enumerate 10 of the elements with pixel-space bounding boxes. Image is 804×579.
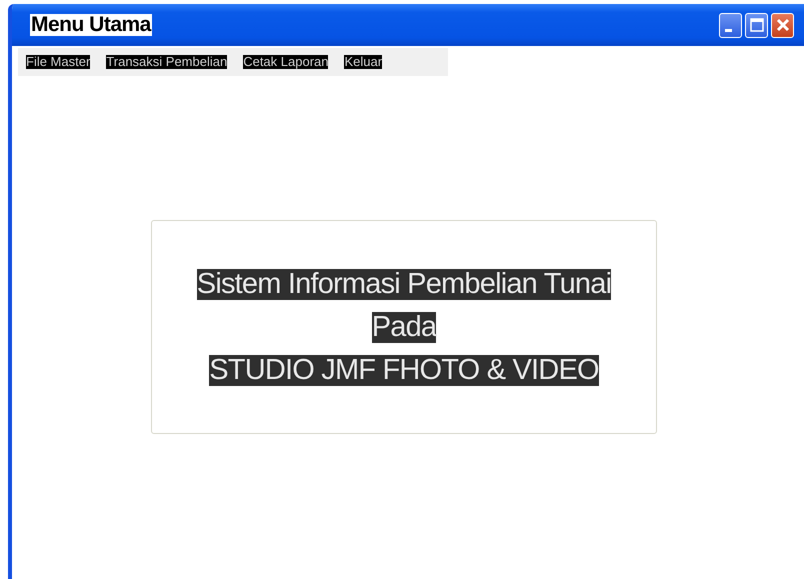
menu-item[interactable]: Keluar bbox=[336, 48, 390, 76]
minimize-button[interactable] bbox=[719, 12, 742, 38]
close-button[interactable] bbox=[771, 12, 794, 38]
menu-item[interactable]: Transaksi Pembelian bbox=[98, 48, 236, 76]
maximize-button[interactable] bbox=[745, 12, 768, 38]
close-icon bbox=[776, 18, 790, 32]
maximize-icon bbox=[750, 18, 764, 32]
minimize-icon bbox=[725, 28, 732, 32]
menu-item[interactable]: Cetak Laporan bbox=[235, 48, 336, 76]
window-title: Menu Utama bbox=[30, 14, 152, 36]
